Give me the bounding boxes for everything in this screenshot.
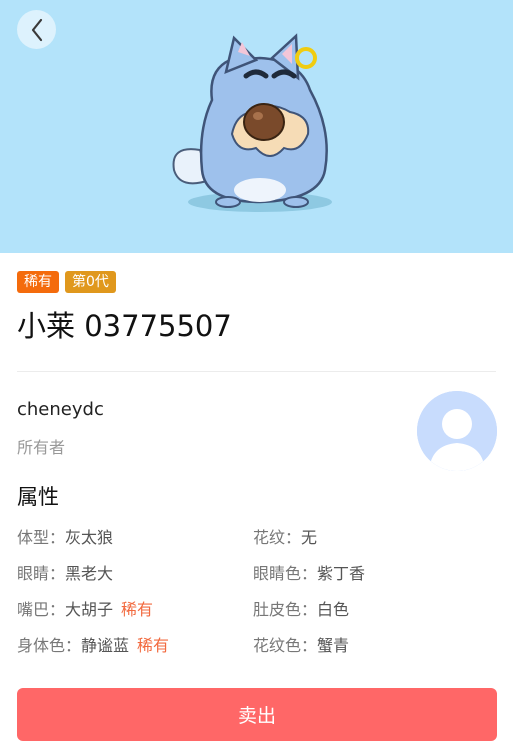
attribute-value: 白色 xyxy=(317,600,350,619)
attribute-label: 花纹： xyxy=(253,528,302,547)
attribute-value: 紫丁香 xyxy=(317,564,366,583)
generation-badge: 第0代 xyxy=(65,271,116,293)
attribute-label: 体型： xyxy=(17,528,66,547)
back-button[interactable] xyxy=(17,10,56,49)
pet-illustration xyxy=(172,33,332,212)
attribute-pattern: 花纹：无 xyxy=(253,524,317,548)
owner-avatar[interactable] xyxy=(417,391,497,471)
attribute-body-color: 身体色：静谧蓝 稀有 xyxy=(17,632,169,656)
user-avatar-icon xyxy=(417,391,497,471)
attribute-eye-color: 眼睛色：紫丁香 xyxy=(253,560,365,584)
attribute-label: 眼睛： xyxy=(17,564,66,583)
rarity-badge: 稀有 xyxy=(17,271,59,293)
divider xyxy=(17,371,496,372)
attribute-label: 肚皮色： xyxy=(253,600,318,619)
attribute-label: 嘴巴： xyxy=(17,600,66,619)
attribute-value: 大胡子 xyxy=(65,600,114,619)
attribute-belly-color: 肚皮色：白色 xyxy=(253,596,349,620)
sell-button[interactable]: 卖出 xyxy=(17,688,497,741)
attribute-body-type: 体型：灰太狼 xyxy=(17,524,113,548)
pet-tags: 稀有 第0代 xyxy=(17,271,116,293)
attribute-eyes: 眼睛：黑老大 xyxy=(17,560,113,584)
attributes-heading: 属性 xyxy=(17,485,59,509)
attribute-pattern-color: 花纹色：蟹青 xyxy=(253,632,349,656)
rare-tag: 稀有 xyxy=(137,636,170,655)
pet-title: 小莱 03775507 xyxy=(17,309,232,343)
pet-hero-banner xyxy=(0,0,513,253)
attribute-label: 眼睛色： xyxy=(253,564,318,583)
attribute-value: 无 xyxy=(301,528,318,547)
attribute-value: 灰太狼 xyxy=(65,528,114,547)
attribute-label: 花纹色： xyxy=(253,636,318,655)
owner-caption: 所有者 xyxy=(17,438,66,457)
attribute-value: 黑老大 xyxy=(65,564,114,583)
attribute-mouth: 嘴巴：大胡子 稀有 xyxy=(17,596,153,620)
attribute-value: 静谧蓝 xyxy=(81,636,130,655)
owner-name[interactable]: cheneydc xyxy=(17,399,104,420)
attribute-value: 蟹青 xyxy=(317,636,350,655)
rare-tag: 稀有 xyxy=(121,600,154,619)
chevron-left-icon xyxy=(31,18,42,41)
attribute-label: 身体色： xyxy=(17,636,82,655)
